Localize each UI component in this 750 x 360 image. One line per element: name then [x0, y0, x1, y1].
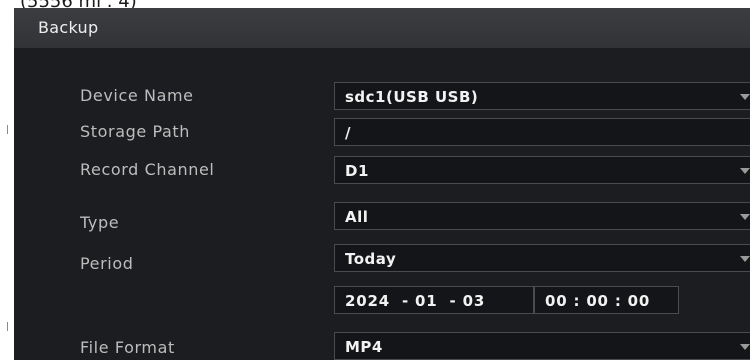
chevron-down-icon[interactable]	[740, 344, 750, 350]
record-channel-label: Record Channel	[80, 160, 215, 179]
device-name-dropdown[interactable]: sdc1(USB USB)	[334, 82, 750, 110]
device-name-label: Device Name	[80, 86, 194, 105]
type-label: Type	[80, 213, 120, 232]
type-dropdown[interactable]: All	[334, 202, 750, 230]
dialog-title-bar: Backup	[14, 8, 750, 48]
edge-tick	[7, 125, 8, 134]
dialog-title: Backup	[38, 18, 99, 37]
start-date-value: 2024 - 01 - 03	[345, 292, 486, 310]
period-value: Today	[345, 250, 397, 268]
chevron-down-icon[interactable]	[740, 168, 750, 174]
record-channel-value: D1	[345, 162, 369, 180]
storage-path-value: /	[345, 124, 351, 142]
file-format-label: File Format	[80, 338, 175, 357]
period-dropdown[interactable]: Today	[334, 244, 750, 272]
file-format-dropdown[interactable]: MP4	[334, 332, 750, 360]
edge-tick	[7, 322, 8, 331]
start-time-field[interactable]: 00 : 00 : 00	[534, 286, 679, 314]
dialog-body: Device Name sdc1(USB USB) Storage Path /…	[14, 48, 750, 360]
start-time-value: 00 : 00 : 00	[545, 292, 651, 310]
record-channel-dropdown[interactable]: D1	[334, 156, 750, 184]
storage-path-field[interactable]: /	[334, 118, 750, 146]
file-format-value: MP4	[345, 338, 383, 356]
chevron-down-icon[interactable]	[740, 214, 750, 220]
chevron-down-icon[interactable]	[740, 256, 750, 262]
storage-path-label: Storage Path	[80, 122, 191, 141]
type-value: All	[345, 208, 369, 226]
backup-dialog: Backup Device Name sdc1(USB USB) Storage…	[14, 8, 750, 360]
start-date-field[interactable]: 2024 - 01 - 03	[334, 286, 534, 314]
period-label: Period	[80, 254, 134, 273]
chevron-down-icon[interactable]	[740, 94, 750, 100]
device-name-value: sdc1(USB USB)	[345, 88, 479, 106]
screen: (5556 ml . 4) Backup Device Name sdc1(US…	[0, 0, 750, 360]
